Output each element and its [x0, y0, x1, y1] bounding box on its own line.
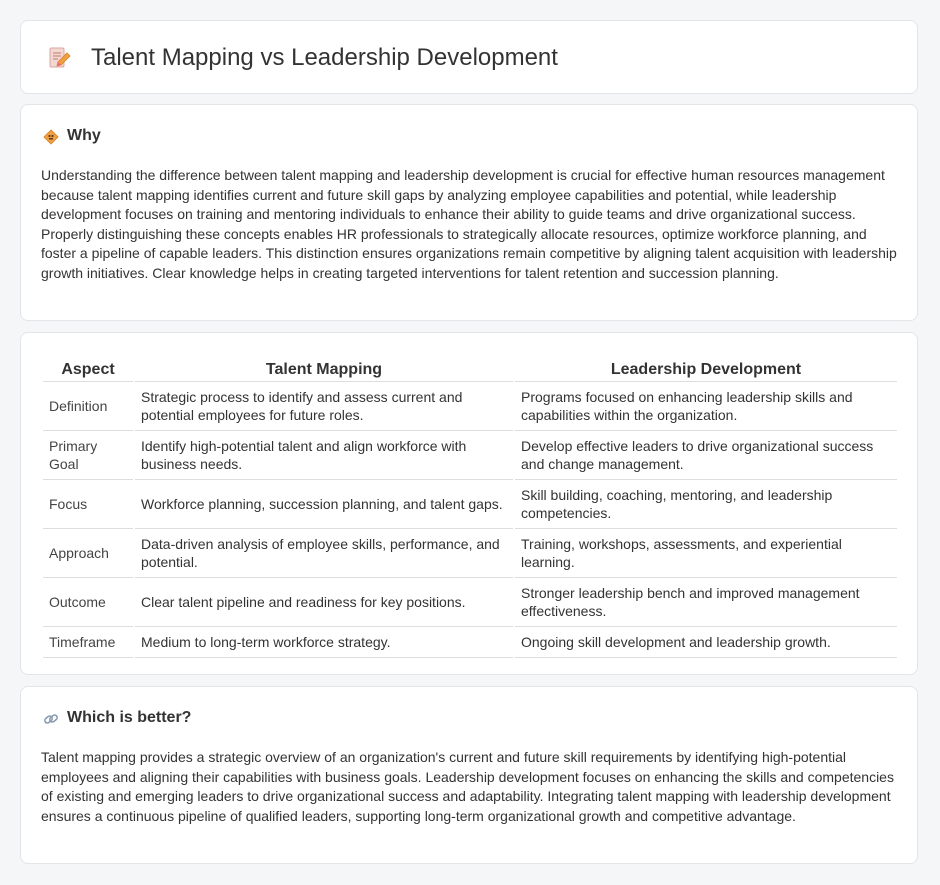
row-leadership-development: Skill building, coaching, mentoring, and… [515, 480, 897, 529]
table-row: Approach Data-driven analysis of employe… [43, 529, 897, 578]
row-talent-mapping: Strategic process to identify and assess… [135, 382, 513, 431]
row-leadership-development: Stronger leadership bench and improved m… [515, 578, 897, 627]
table-row: Primary Goal Identify high-potential tal… [43, 431, 897, 480]
row-leadership-development: Ongoing skill development and leadership… [515, 627, 897, 658]
diamond-sign-icon [43, 129, 59, 145]
table-row: Focus Workforce planning, succession pla… [43, 480, 897, 529]
page-title: Talent Mapping vs Leadership Development [91, 44, 558, 71]
which-is-better-section: Which is better? Talent mapping provides… [20, 686, 918, 864]
link-icon [44, 714, 58, 724]
row-talent-mapping: Data-driven analysis of employee skills,… [135, 529, 513, 578]
why-heading: Why [67, 127, 101, 144]
why-section: Why Understanding the difference between… [20, 104, 918, 321]
row-leadership-development: Training, workshops, assessments, and ex… [515, 529, 897, 578]
better-text: Talent mapping provides a strategic over… [41, 749, 894, 824]
comparison-section: Aspect Talent Mapping Leadership Develop… [20, 332, 918, 675]
table-row: Timeframe Medium to long-term workforce … [43, 627, 897, 658]
why-text: Understanding the difference between tal… [41, 167, 897, 281]
comparison-table: Aspect Talent Mapping Leadership Develop… [41, 353, 899, 658]
document-pencil-icon [49, 47, 71, 68]
header-talent-mapping: Talent Mapping [135, 353, 513, 382]
table-header-row: Aspect Talent Mapping Leadership Develop… [43, 353, 897, 382]
row-talent-mapping: Clear talent pipeline and readiness for … [135, 578, 513, 627]
row-leadership-development: Develop effective leaders to drive organ… [515, 431, 897, 480]
row-leadership-development: Programs focused on enhancing leadership… [515, 382, 897, 431]
header-leadership-development: Leadership Development [515, 353, 897, 382]
header-card: Talent Mapping vs Leadership Development [20, 20, 918, 94]
row-aspect: Outcome [43, 578, 133, 627]
row-talent-mapping: Medium to long-term workforce strategy. [135, 627, 513, 658]
table-row: Definition Strategic process to identify… [43, 382, 897, 431]
row-aspect: Primary Goal [43, 431, 133, 480]
table-row: Outcome Clear talent pipeline and readin… [43, 578, 897, 627]
better-heading: Which is better? [67, 709, 192, 726]
row-talent-mapping: Identify high-potential talent and align… [135, 431, 513, 480]
row-aspect: Definition [43, 382, 133, 431]
row-aspect: Focus [43, 480, 133, 529]
row-aspect: Timeframe [43, 627, 133, 658]
row-aspect: Approach [43, 529, 133, 578]
row-talent-mapping: Workforce planning, succession planning,… [135, 480, 513, 529]
header-aspect: Aspect [43, 353, 133, 382]
